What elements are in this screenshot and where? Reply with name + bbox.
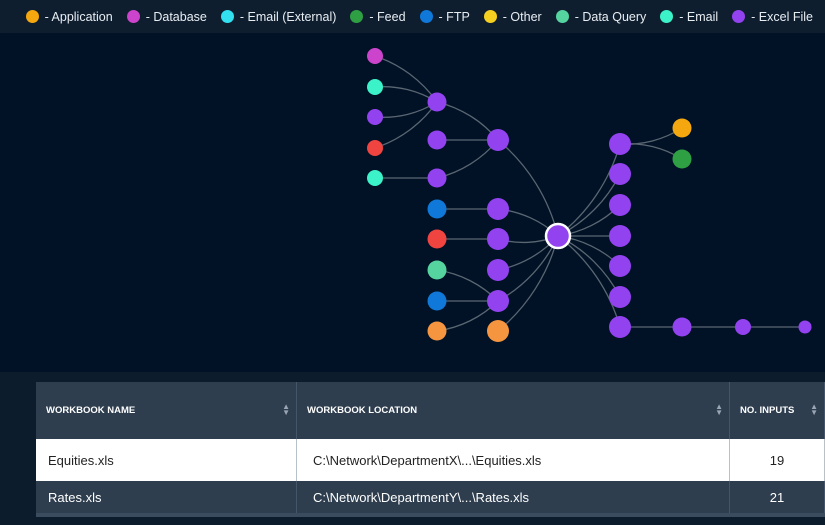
graph-node[interactable] (367, 140, 383, 156)
graph-node[interactable] (672, 118, 692, 138)
column-label: WORKBOOK NAME (46, 405, 136, 416)
legend-dot-icon (25, 10, 39, 23)
legend-item[interactable]: - Other (483, 9, 542, 24)
legend-dot-icon (732, 10, 746, 23)
table-row[interactable]: Equities.xls C:\Network\DepartmentX\...\… (36, 439, 825, 481)
graph-node[interactable] (609, 163, 631, 185)
legend-dot-icon (220, 10, 234, 23)
legend-label: - Feed (369, 9, 406, 24)
column-header-workbook-location[interactable]: WORKBOOK LOCATION ▲ ▼ (296, 382, 730, 439)
legend-dot-icon (126, 10, 140, 23)
graph-node[interactable] (487, 198, 509, 220)
legend-dot-icon (660, 10, 674, 23)
sort-icon[interactable]: ▲ ▼ (282, 403, 290, 417)
inputs-cell: 21 (729, 481, 825, 517)
graph-node[interactable] (798, 320, 812, 334)
workbook-table-panel: WORKBOOK NAME ▲ ▼ WORKBOOK LOCATION ▲ ▼ NO. … (0, 372, 825, 525)
legend-item[interactable]: - Application (25, 9, 113, 24)
graph-node[interactable] (427, 130, 447, 150)
workbook-table: WORKBOOK NAME ▲ ▼ WORKBOOK LOCATION ▲ ▼ NO. … (36, 382, 825, 517)
graph-edge (497, 235, 559, 332)
legend-label: - Email (679, 9, 719, 24)
legend-label: - Database (145, 9, 207, 24)
column-label: WORKBOOK LOCATION (307, 405, 418, 416)
graph-node[interactable] (735, 319, 751, 335)
legend-dot-icon (483, 10, 497, 23)
graph-node[interactable] (672, 317, 692, 337)
legend-item[interactable]: - Excel File (732, 10, 813, 24)
sort-icon[interactable]: ▲ ▼ (810, 403, 818, 417)
legend-label: - Data Query (574, 9, 647, 24)
graph-node[interactable] (609, 316, 631, 338)
graph-edge (374, 101, 438, 118)
graph-node[interactable] (427, 168, 447, 188)
graph-node[interactable] (487, 320, 509, 342)
graph-node[interactable] (367, 48, 383, 64)
legend-label: - FTP (438, 9, 470, 24)
legend-label: - Email (External) (239, 9, 337, 24)
sort-icon[interactable]: ▲ ▼ (715, 403, 723, 417)
graph-node[interactable] (487, 129, 509, 151)
graph-node[interactable] (487, 259, 509, 281)
table-row[interactable]: Rates.xls C:\Network\DepartmentY\...\Rat… (36, 481, 825, 517)
graph-edge (497, 139, 559, 237)
legend-dot-icon (350, 10, 364, 23)
graph-node[interactable] (427, 229, 447, 249)
workbook-name-cell: Equities.xls (36, 439, 297, 481)
graph-node[interactable] (367, 109, 383, 125)
graph-node[interactable] (427, 92, 447, 112)
legend-label: - Other (502, 9, 542, 24)
legend-item[interactable]: - Email (660, 10, 718, 24)
graph-node[interactable] (487, 290, 509, 312)
legend-item[interactable]: - Data Query (555, 9, 647, 24)
graph-node[interactable] (609, 133, 631, 155)
legend-label: - Application (44, 9, 113, 24)
graph-node[interactable] (609, 286, 631, 308)
legend-item[interactable]: - Database (126, 9, 207, 24)
graph-node[interactable] (427, 260, 447, 280)
legend-label: - Excel File (751, 9, 813, 24)
graph-edge (374, 86, 438, 103)
legend-item[interactable]: - Email (External) (220, 9, 337, 24)
graph-edge (374, 55, 438, 103)
graph-node[interactable] (609, 225, 631, 247)
graph-node[interactable] (672, 149, 692, 169)
column-label: NO. INPUTS (740, 405, 795, 416)
graph-node[interactable] (367, 170, 383, 186)
graph-node[interactable] (487, 228, 509, 250)
inputs-cell: 19 (729, 439, 825, 481)
workbook-location-cell: C:\Network\DepartmentX\...\Equities.xls (296, 439, 730, 481)
workbook-name-cell: Rates.xls (36, 481, 297, 517)
graph-node[interactable] (427, 321, 447, 341)
column-header-no-inputs[interactable]: NO. INPUTS ▲ ▼ (729, 382, 825, 439)
selected-graph-node[interactable] (544, 222, 572, 250)
legend-dot-icon (419, 10, 433, 23)
graph-node[interactable] (427, 291, 447, 311)
legend-item[interactable]: - FTP (419, 9, 470, 24)
column-header-workbook-name[interactable]: WORKBOOK NAME ▲ ▼ (36, 382, 297, 439)
legend-dot-icon (555, 10, 569, 23)
graph-node[interactable] (427, 199, 447, 219)
graph-node[interactable] (367, 79, 383, 95)
dependency-graph[interactable] (0, 33, 825, 372)
graph-node[interactable] (609, 255, 631, 277)
workbook-location-cell: C:\Network\DepartmentY\...\Rates.xls (296, 481, 730, 517)
legend: - Application - Database - Email (External… (0, 0, 825, 33)
legend-item[interactable]: - Feed (350, 9, 406, 24)
graph-node[interactable] (609, 194, 631, 216)
